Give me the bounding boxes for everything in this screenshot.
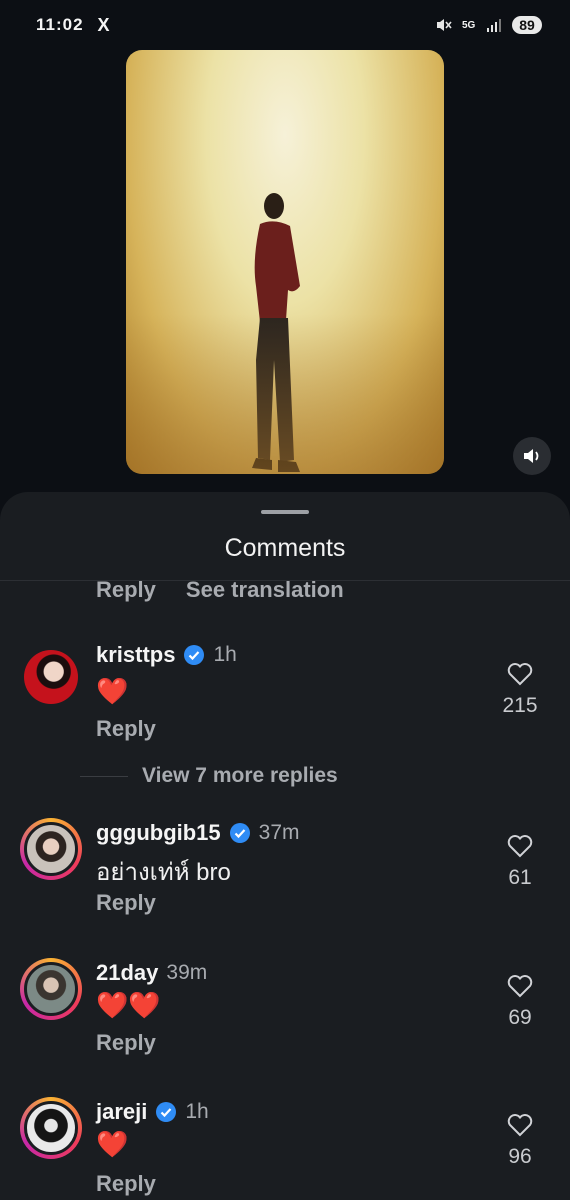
comments-sheet: Comments Reply See translation kristtps … — [0, 492, 570, 1200]
comment-time: 37m — [258, 821, 300, 844]
avatar[interactable] — [20, 958, 82, 1020]
reply-button[interactable]: Reply — [96, 890, 156, 916]
comment-text: ❤️ — [96, 676, 129, 706]
reply-button[interactable]: Reply — [96, 1030, 156, 1056]
verified-badge-icon — [229, 823, 250, 843]
battery-indicator: 89 — [512, 16, 542, 34]
status-time: 11:02 — [36, 15, 84, 34]
like-count: 61 — [508, 866, 532, 889]
comment-header: kristtps 1h — [96, 642, 237, 668]
see-translation-button[interactable]: See translation — [186, 577, 344, 603]
heart-outline-icon[interactable] — [507, 662, 533, 686]
verified-badge-icon — [156, 1102, 177, 1122]
previous-comment-actions: Reply See translation — [96, 577, 344, 603]
speaker-icon — [524, 449, 539, 463]
avatar[interactable] — [20, 646, 82, 708]
like-count: 69 — [508, 1006, 532, 1029]
like-group: 61 — [492, 834, 548, 890]
comment-text: ❤️ — [96, 1129, 129, 1159]
reply-button[interactable]: Reply — [96, 1171, 156, 1197]
comment-text: อย่างเท่ห์ bro — [96, 859, 231, 886]
comment-time: 39m — [166, 961, 208, 984]
username[interactable]: 21day — [96, 960, 158, 986]
avatar[interactable] — [20, 1097, 82, 1159]
username[interactable]: jareji — [96, 1099, 147, 1125]
view-more-replies[interactable]: View 7 more replies — [80, 764, 338, 788]
like-group: 215 — [492, 662, 548, 718]
like-group: 69 — [492, 974, 548, 1030]
view-more-replies-label[interactable]: View 7 more replies — [142, 764, 338, 788]
status-bar: 11:02 X 5G 89 — [0, 0, 570, 50]
heart-outline-icon[interactable] — [507, 1113, 533, 1137]
heart-outline-icon[interactable] — [507, 974, 533, 998]
status-left: 11:02 X — [36, 15, 111, 36]
person-silhouette — [252, 193, 300, 472]
sheet-title: Comments — [224, 534, 346, 562]
signal-icon — [487, 19, 501, 32]
sound-toggle-button[interactable] — [513, 437, 551, 475]
sheet-drag-handle[interactable] — [261, 510, 309, 514]
like-count: 215 — [502, 694, 538, 717]
comment-text: ❤️❤️ — [96, 990, 161, 1020]
comment-time: 1h — [213, 643, 237, 666]
avatar[interactable] — [20, 818, 82, 880]
comment-header: gggubgib15 37m — [96, 820, 300, 846]
divider — [80, 775, 128, 777]
reply-button[interactable]: Reply — [96, 577, 156, 603]
comment-header: jareji 1h — [96, 1099, 209, 1125]
username[interactable]: gggubgib15 — [96, 820, 221, 846]
heart-outline-icon[interactable] — [507, 834, 533, 858]
comment-header: 21day 39m — [96, 960, 207, 986]
mute-icon — [437, 19, 452, 31]
username[interactable]: kristtps — [96, 642, 175, 668]
like-count: 96 — [508, 1145, 532, 1168]
x-logo-icon: X — [97, 14, 111, 35]
network-icon: 5G — [462, 19, 476, 31]
comment-time: 1h — [185, 1100, 209, 1123]
status-right: 5G 89 — [435, 16, 542, 34]
video-player[interactable] — [126, 50, 444, 474]
like-group: 96 — [492, 1113, 548, 1169]
verified-badge-icon — [184, 645, 205, 665]
reply-button[interactable]: Reply — [96, 716, 156, 742]
